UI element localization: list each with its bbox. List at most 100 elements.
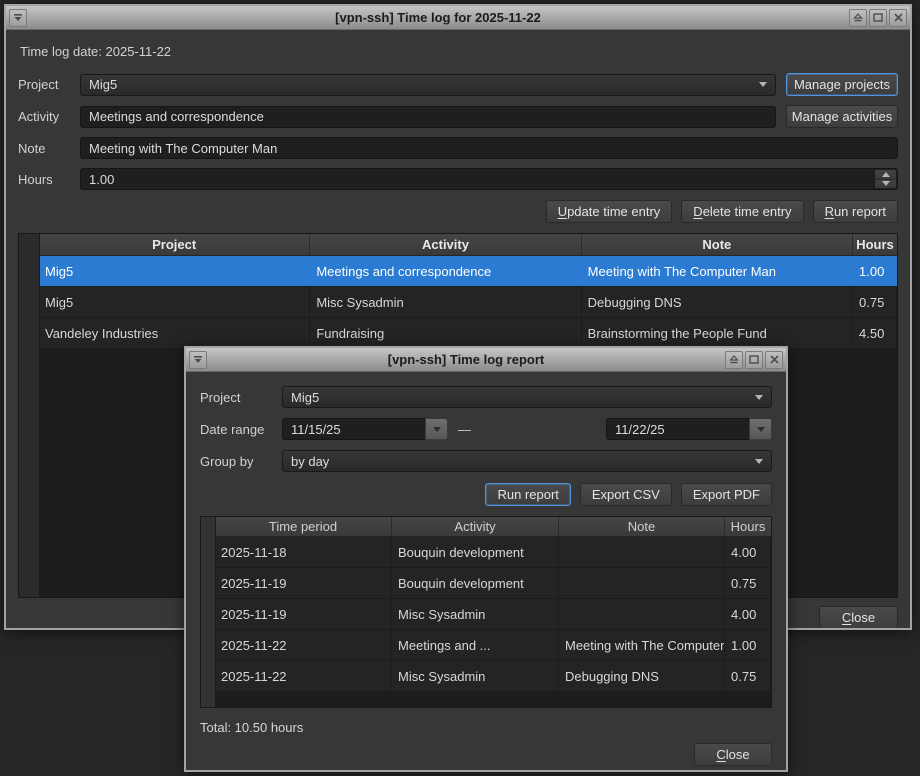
report-titlebar[interactable]: [vpn-ssh] Time log report bbox=[186, 348, 786, 372]
window-menu-button[interactable] bbox=[189, 351, 207, 369]
column-header-hours[interactable]: Hours bbox=[853, 234, 897, 255]
cell-activity[interactable]: Bouquin development bbox=[392, 568, 559, 598]
report-content: Project Mig5 Date range 11/15/25 — 11/22… bbox=[186, 372, 786, 770]
cell-hours[interactable]: 4.50 bbox=[853, 318, 897, 348]
column-header-hours[interactable]: Hours bbox=[725, 517, 771, 536]
table-row[interactable]: 1 2025-11-18 Bouquin development 4.00 bbox=[201, 537, 771, 568]
cell-note[interactable]: Meeting with The Computer... bbox=[559, 630, 725, 660]
report-run-report-button[interactable]: Run report bbox=[485, 483, 570, 506]
cell-project[interactable]: Mig5 bbox=[39, 287, 310, 317]
cell-hours[interactable]: 1.00 bbox=[853, 256, 897, 286]
hours-spinbox[interactable]: 1.00 bbox=[80, 168, 898, 190]
report-project-combobox[interactable]: Mig5 bbox=[282, 386, 772, 408]
main-titlebar[interactable]: [vpn-ssh] Time log for 2025-11-22 bbox=[6, 6, 910, 30]
window-menu-button[interactable] bbox=[9, 9, 27, 27]
update-time-entry-button[interactable]: Update time entry bbox=[546, 200, 673, 223]
triangle-down-icon bbox=[882, 181, 890, 186]
column-header-activity[interactable]: Activity bbox=[392, 517, 559, 536]
cell-time-period[interactable]: 2025-11-18 bbox=[215, 537, 392, 567]
cell-note[interactable] bbox=[559, 537, 725, 567]
spin-down-button[interactable] bbox=[875, 179, 896, 189]
shade-button[interactable] bbox=[849, 9, 867, 27]
column-header-note[interactable]: Note bbox=[582, 234, 853, 255]
maximize-button[interactable] bbox=[745, 351, 763, 369]
cell-time-period[interactable]: 2025-11-22 bbox=[215, 661, 392, 691]
cell-note[interactable]: Meeting with The Computer Man bbox=[582, 256, 853, 286]
project-combobox[interactable]: Mig5 bbox=[80, 74, 776, 96]
cell-time-period[interactable]: 2025-11-19 bbox=[215, 599, 392, 629]
report-window-title: [vpn-ssh] Time log report bbox=[216, 352, 716, 367]
cell-activity[interactable]: Meetings and ... bbox=[392, 630, 559, 660]
cell-activity[interactable]: Misc Sysadmin bbox=[392, 661, 559, 691]
cell-hours[interactable]: 0.75 bbox=[725, 661, 771, 691]
column-header-activity[interactable]: Activity bbox=[310, 234, 581, 255]
project-combobox-value: Mig5 bbox=[89, 77, 117, 92]
group-by-label: Group by bbox=[200, 454, 270, 469]
project-label: Project bbox=[18, 77, 70, 92]
run-report-button[interactable]: Run report bbox=[813, 200, 898, 223]
cell-activity[interactable]: Misc Sysadmin bbox=[310, 287, 581, 317]
chevron-down-icon bbox=[755, 459, 763, 464]
cell-activity[interactable]: Misc Sysadmin bbox=[392, 599, 559, 629]
table-row[interactable]: 1 Mig5 Meetings and correspondence Meeti… bbox=[19, 256, 897, 287]
table-row[interactable]: 4 2025-11-22 Meetings and ... Meeting wi… bbox=[201, 630, 771, 661]
cell-hours[interactable]: 0.75 bbox=[853, 287, 897, 317]
cell-project[interactable]: Mig5 bbox=[39, 256, 310, 286]
cell-hours[interactable]: 1.00 bbox=[725, 630, 771, 660]
table-row[interactable]: 2 2025-11-19 Bouquin development 0.75 bbox=[201, 568, 771, 599]
export-pdf-button[interactable]: Export PDF bbox=[681, 483, 772, 506]
triangle-up-icon bbox=[882, 172, 890, 177]
delete-time-entry-button[interactable]: Delete time entry bbox=[681, 200, 803, 223]
row-number-gutter bbox=[19, 234, 40, 597]
cell-time-period[interactable]: 2025-11-19 bbox=[215, 568, 392, 598]
close-window-button[interactable] bbox=[765, 351, 783, 369]
cell-note[interactable] bbox=[559, 599, 725, 629]
manage-activities-button[interactable]: Manage activities bbox=[786, 105, 898, 128]
column-header-note[interactable]: Note bbox=[559, 517, 725, 536]
cell-hours[interactable]: 0.75 bbox=[725, 568, 771, 598]
table-row[interactable]: 5 2025-11-22 Misc Sysadmin Debugging DNS… bbox=[201, 661, 771, 692]
report-window: [vpn-ssh] Time log report bbox=[184, 346, 788, 772]
date-from-input[interactable]: 11/15/25 bbox=[282, 418, 425, 440]
maximize-icon bbox=[873, 10, 883, 25]
cell-note[interactable]: Brainstorming the People Fund bbox=[582, 318, 853, 348]
spin-up-button[interactable] bbox=[875, 170, 896, 179]
cell-time-period[interactable]: 2025-11-22 bbox=[215, 630, 392, 660]
date-from-picker[interactable]: 11/15/25 bbox=[282, 418, 448, 440]
table-row[interactable]: 3 2025-11-19 Misc Sysadmin 4.00 bbox=[201, 599, 771, 630]
export-csv-button[interactable]: Export CSV bbox=[580, 483, 672, 506]
table-row[interactable]: 2 Mig5 Misc Sysadmin Debugging DNS 0.75 bbox=[19, 287, 897, 318]
cell-activity[interactable]: Meetings and correspondence bbox=[310, 256, 581, 286]
note-label: Note bbox=[18, 141, 70, 156]
cell-project[interactable]: Vandeley Industries bbox=[39, 318, 310, 348]
cell-activity[interactable]: Fundraising bbox=[310, 318, 581, 348]
cell-note[interactable] bbox=[559, 568, 725, 598]
maximize-button[interactable] bbox=[869, 9, 887, 27]
date-to-picker[interactable]: 11/22/25 bbox=[606, 418, 772, 440]
report-close-button[interactable]: Close bbox=[694, 743, 772, 766]
group-by-combobox[interactable]: by day bbox=[282, 450, 772, 472]
cell-hours[interactable]: 4.00 bbox=[725, 537, 771, 567]
cell-hours[interactable]: 4.00 bbox=[725, 599, 771, 629]
manage-projects-button[interactable]: Manage projects bbox=[786, 73, 898, 96]
cell-note[interactable]: Debugging DNS bbox=[582, 287, 853, 317]
activity-label: Activity bbox=[18, 109, 70, 124]
close-window-button[interactable] bbox=[889, 9, 907, 27]
hours-spinner bbox=[874, 170, 896, 188]
cell-note[interactable]: Debugging DNS bbox=[559, 661, 725, 691]
note-input[interactable]: Meeting with The Computer Man bbox=[80, 137, 898, 159]
total-hours-label: Total: 10.50 hours bbox=[200, 720, 772, 735]
column-header-project[interactable]: Project bbox=[39, 234, 310, 255]
date-to-dropdown-button[interactable] bbox=[749, 418, 772, 440]
date-from-dropdown-button[interactable] bbox=[425, 418, 448, 440]
date-range-separator: — bbox=[458, 422, 471, 437]
column-header-time-period[interactable]: Time period bbox=[215, 517, 392, 536]
table-row[interactable]: 3 Vandeley Industries Fundraising Brains… bbox=[19, 318, 897, 349]
shade-icon bbox=[729, 352, 739, 367]
activity-input[interactable]: Meetings and correspondence bbox=[80, 106, 776, 128]
shade-button[interactable] bbox=[725, 351, 743, 369]
cell-activity[interactable]: Bouquin development bbox=[392, 537, 559, 567]
date-to-input[interactable]: 11/22/25 bbox=[606, 418, 749, 440]
chevron-down-icon bbox=[755, 395, 763, 400]
close-button[interactable]: Close bbox=[819, 606, 898, 628]
